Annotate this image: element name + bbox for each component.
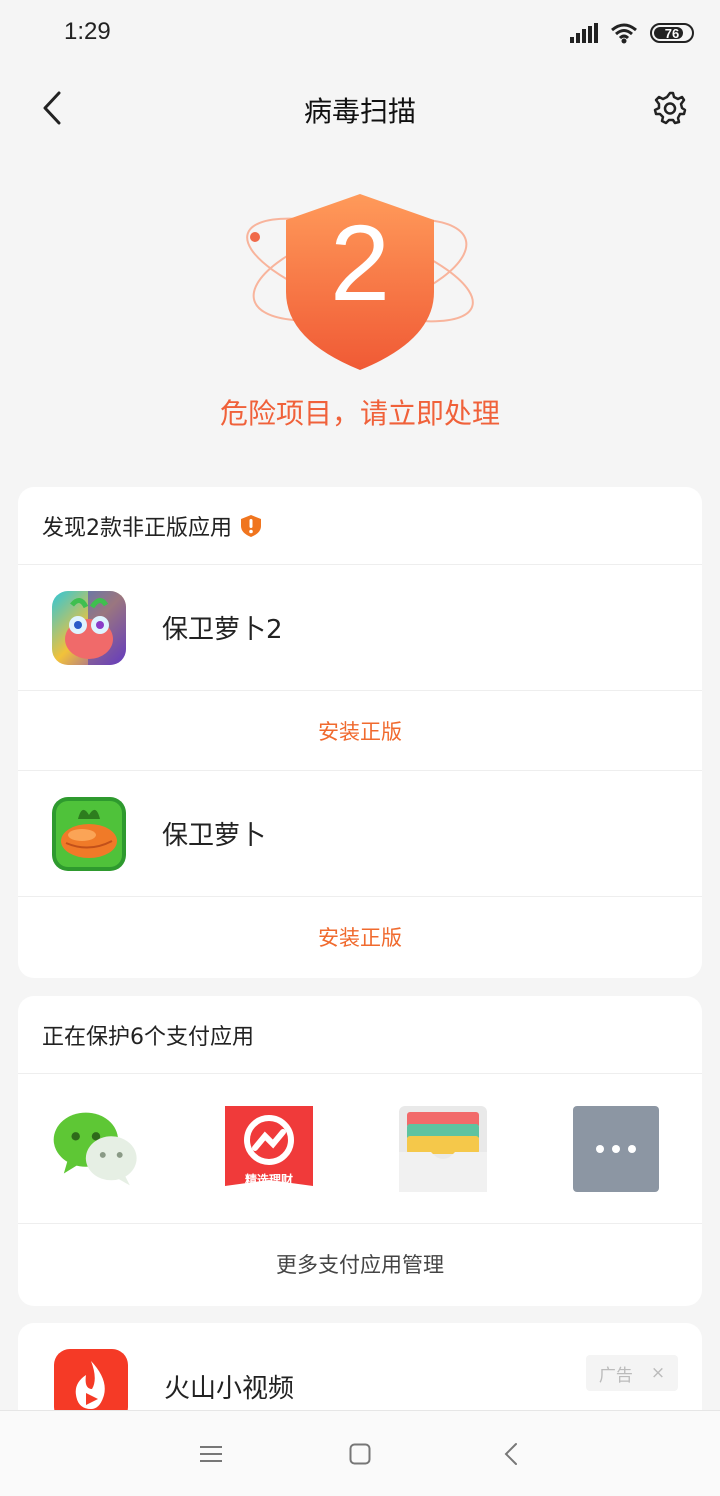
signal-icon [570,23,598,43]
carrot-defense-icon [52,796,126,871]
page-title: 病毒扫描 [303,95,416,128]
scan-result-hero: 2 危险项目，请立即处理 [0,180,720,440]
finance-icon-label: 精选理财 [245,1172,293,1187]
ad-badge: 广告 × [586,1355,678,1391]
nav-back-button[interactable] [491,1437,531,1471]
warning-icon [240,514,262,538]
back-icon [504,1443,517,1465]
more-icon[interactable] [572,1105,660,1193]
header: 病毒扫描 [0,66,720,150]
manage-payment-apps-button[interactable]: 更多支付应用管理 [18,1224,702,1304]
install-official-button[interactable]: 安装正版 [18,691,702,771]
home-icon [349,1443,371,1465]
shield-graphic: 2 [240,180,480,390]
status-icons: 76 [570,20,694,46]
carrot-defense-2-icon [52,590,126,665]
menu-icon [200,1446,222,1462]
app-name: 保卫萝卜2 [162,615,283,645]
home-button[interactable] [340,1437,380,1471]
status-bar: 1:29 76 [0,0,720,66]
battery-level: 76 [664,25,680,41]
wifi-icon [611,23,637,44]
settings-button[interactable] [648,86,692,130]
app-name: 保卫萝卜 [162,821,267,851]
pirated-apps-card: 发现2款非正版应用 保卫萝卜2 安装正版 保卫萝卜 安装正版 [18,487,702,978]
payment-apps-list: 精选理财 [18,1074,702,1224]
wallet-icon[interactable] [398,1105,487,1193]
threat-message: 危险项目，请立即处理 [219,397,500,430]
app-row[interactable]: 保卫萝卜2 [18,565,702,691]
payment-protection-card: 正在保护6个支付应用 精选理财 更多支付应用管理 [18,996,702,1306]
app-row[interactable]: 保卫萝卜 [18,771,702,897]
close-icon[interactable]: × [651,1363,665,1383]
gear-icon [653,91,687,125]
menu-button[interactable] [191,1437,231,1471]
finance-app-icon[interactable]: 精选理财 [225,1105,314,1193]
battery-icon: 76 [650,23,694,43]
ad-label: 广告 [598,1365,633,1386]
app-name: 火山小视频 [164,1373,295,1404]
pirated-card-title: 发现2款非正版应用 [42,515,232,541]
status-time: 1:29 [64,18,111,45]
payment-card-title: 正在保护6个支付应用 [18,996,702,1074]
install-official-button[interactable]: 安装正版 [18,897,702,977]
card-title: 发现2款非正版应用 [18,487,702,565]
navigation-bar [0,1410,720,1496]
wechat-icon[interactable] [52,1105,140,1193]
threat-count: 2 [329,202,391,323]
